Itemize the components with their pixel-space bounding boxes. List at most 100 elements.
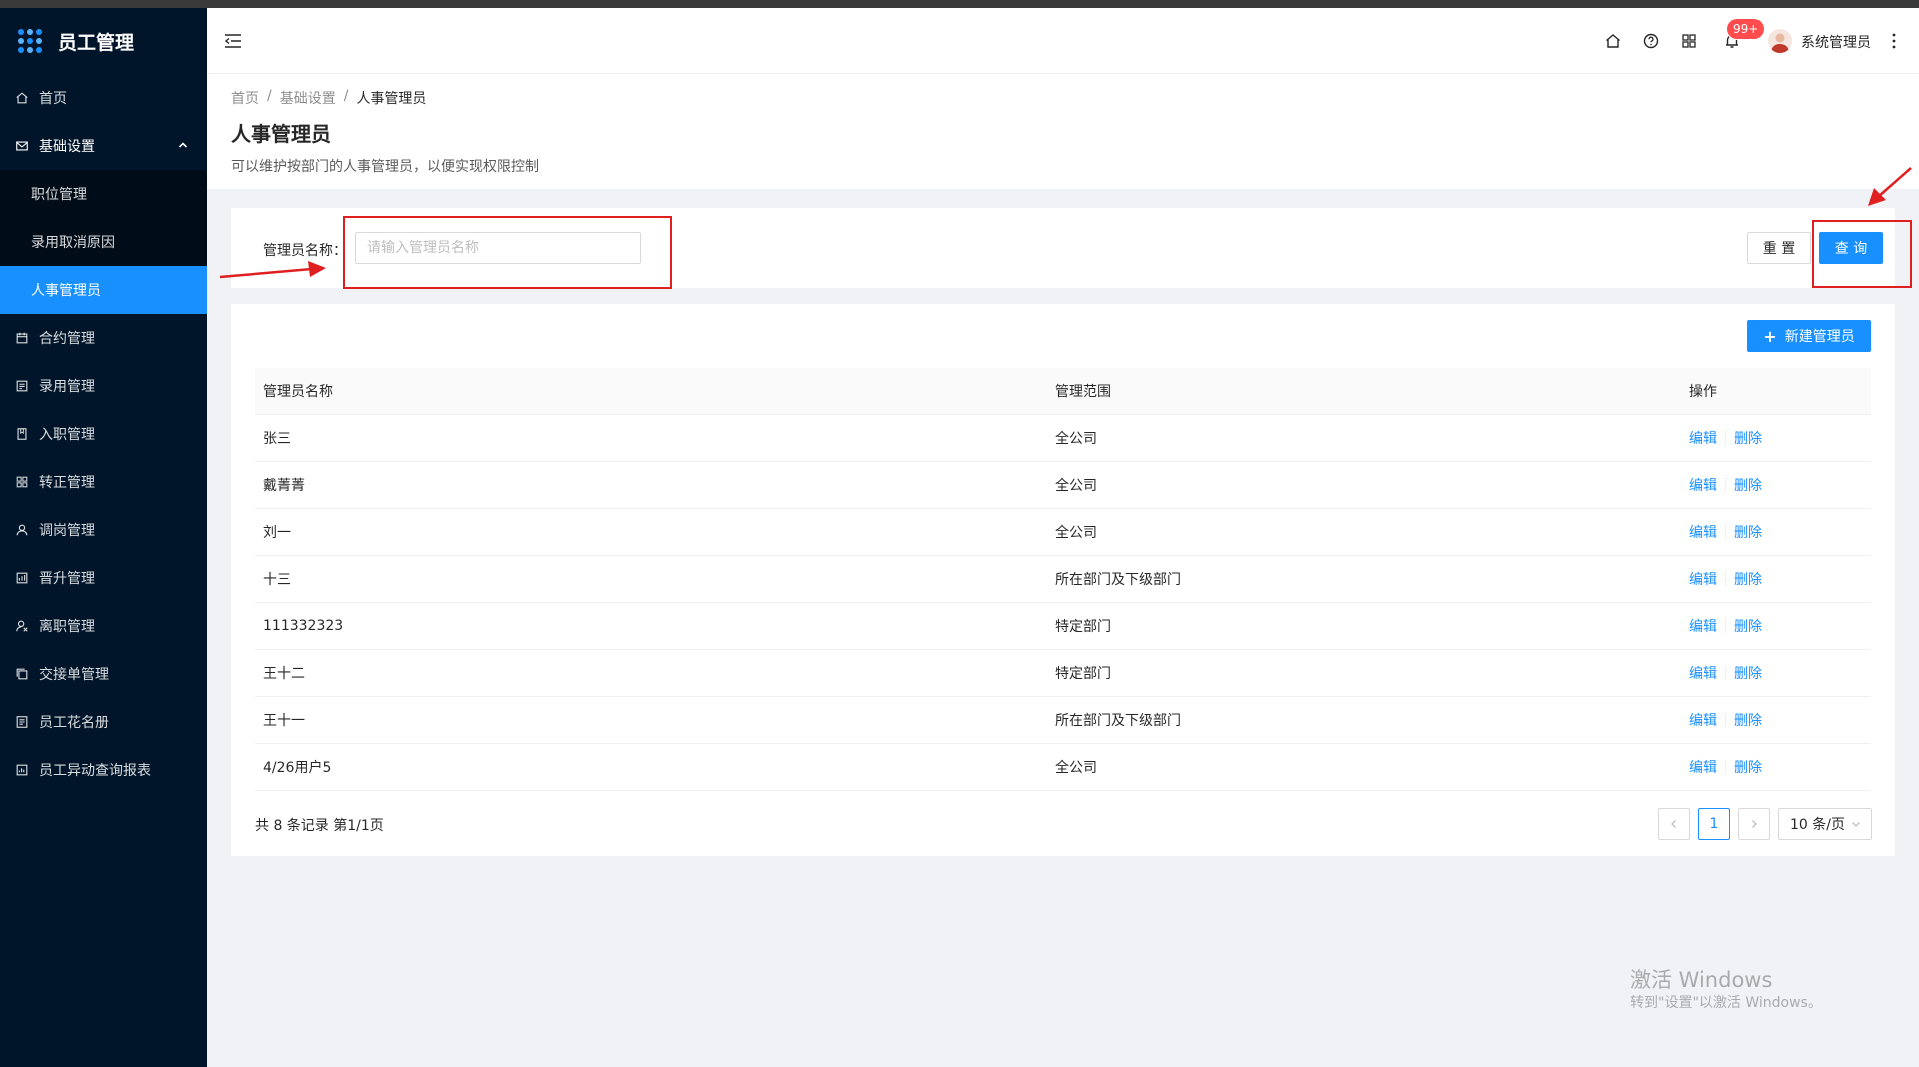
- breadcrumb-basic-settings[interactable]: 基础设置: [280, 88, 336, 108]
- prev-page-button[interactable]: [1658, 808, 1690, 840]
- edit-link[interactable]: 编辑: [1689, 522, 1717, 542]
- home-icon: [15, 91, 29, 105]
- sidebar-subitem-hr-admins[interactable]: 人事管理员: [0, 266, 207, 314]
- username[interactable]: 系统管理员: [1801, 32, 1871, 52]
- sidebar-item-hiring[interactable]: 录用管理: [0, 362, 207, 410]
- logo[interactable]: 员工管理: [0, 8, 207, 74]
- action-divider: [1725, 525, 1726, 539]
- page-description: 可以维护按部门的人事管理员，以便实现权限控制: [231, 159, 539, 175]
- cell-scope: 特定部门: [1055, 619, 1111, 635]
- sidebar-item-onboarding[interactable]: 入职管理: [0, 410, 207, 458]
- table-row: 王十二 特定部门 编辑 删除: [255, 650, 1871, 697]
- page-number-button[interactable]: 1: [1698, 808, 1730, 840]
- cell-admin-name: 111332323: [263, 618, 344, 634]
- delete-link[interactable]: 删除: [1734, 616, 1762, 636]
- cell-actions: 编辑 删除: [1681, 663, 1871, 683]
- delete-link[interactable]: 删除: [1734, 757, 1762, 777]
- annotation-arrow-right: [219, 261, 326, 279]
- cell-admin-name: 王十二: [263, 666, 305, 682]
- breadcrumb-separator: /: [267, 88, 272, 104]
- sidebar-item-resignation[interactable]: 离职管理: [0, 602, 207, 650]
- sidebar-subitem-label: 录用取消原因: [31, 235, 115, 251]
- sidebar-item-promotion[interactable]: 晋升管理: [0, 554, 207, 602]
- sidebar-item-label: 调岗管理: [39, 523, 95, 539]
- column-header-scope: 管理范围: [1055, 384, 1111, 400]
- action-divider: [1725, 666, 1726, 680]
- sidebar-item-change-report[interactable]: 员工异动查询报表: [0, 746, 207, 794]
- delete-link[interactable]: 删除: [1734, 475, 1762, 495]
- next-page-button[interactable]: [1738, 808, 1770, 840]
- reset-button[interactable]: 重 置: [1747, 232, 1811, 264]
- cell-actions: 编辑 删除: [1681, 428, 1871, 448]
- sidebar-item-label: 员工异动查询报表: [39, 763, 151, 779]
- sidebar-item-label: 晋升管理: [39, 571, 95, 587]
- home-icon[interactable]: [1604, 32, 1622, 50]
- page-header: 首页 / 基础设置 / 人事管理员 人事管理员 可以维护按部门的人事管理员，以便…: [207, 74, 1919, 189]
- action-divider: [1725, 619, 1726, 633]
- menu-fold-icon[interactable]: [223, 32, 243, 50]
- cell-scope: 全公司: [1055, 760, 1097, 776]
- sidebar-item-transfer[interactable]: 调岗管理: [0, 506, 207, 554]
- help-icon[interactable]: [1642, 32, 1660, 50]
- user-avatar-icon: [1771, 33, 1789, 53]
- delete-link[interactable]: 删除: [1734, 663, 1762, 683]
- sidebar-subitem-label: 职位管理: [31, 187, 87, 203]
- new-admin-button[interactable]: + 新建管理员: [1747, 320, 1871, 352]
- admin-name-label: 管理员名称：: [263, 243, 347, 259]
- calendar-icon: [15, 331, 29, 345]
- sidebar-item-home[interactable]: 首页: [0, 74, 207, 122]
- table-header-row: 管理员名称 管理范围 操作: [255, 368, 1871, 415]
- admin-table: 管理员名称 管理范围 操作 张三 全公司 编辑 删除 戴菁菁 全公司 编辑 删除 刘一 全公司 编辑…: [255, 368, 1871, 791]
- avatar[interactable]: [1768, 29, 1792, 53]
- windows-activation-watermark-subtitle: 转到"设置"以激活 Windows。: [1630, 995, 1822, 1011]
- table-row: 十三 所在部门及下级部门 编辑 删除: [255, 556, 1871, 603]
- column-header-name: 管理员名称: [263, 384, 333, 400]
- edit-link[interactable]: 编辑: [1689, 710, 1717, 730]
- admin-table-card: + 新建管理员 管理员名称 管理范围 操作 张三 全公司 编辑 删除 戴菁菁 全公司 编辑删…: [231, 304, 1895, 856]
- cell-actions: 编辑 删除: [1681, 710, 1871, 730]
- new-admin-label: 新建管理员: [1784, 329, 1855, 345]
- annotation-box-search-input: [343, 216, 672, 289]
- list-icon: [15, 715, 29, 729]
- sidebar-subitem-cancel-reasons[interactable]: 录用取消原因: [0, 218, 207, 266]
- sidebar-item-label: 入职管理: [39, 427, 95, 443]
- delete-link[interactable]: 删除: [1734, 710, 1762, 730]
- apps-icon[interactable]: [1680, 32, 1698, 50]
- edit-link[interactable]: 编辑: [1689, 569, 1717, 589]
- table-row: 张三 全公司 编辑 删除: [255, 415, 1871, 462]
- rise-icon: [15, 571, 29, 585]
- breadcrumb-home[interactable]: 首页: [231, 88, 259, 108]
- delete-link[interactable]: 删除: [1734, 522, 1762, 542]
- sidebar-item-basic-settings[interactable]: 基础设置: [0, 122, 207, 170]
- cell-scope: 特定部门: [1055, 666, 1111, 682]
- more-vertical-icon[interactable]: [1891, 32, 1897, 50]
- app-title: 员工管理: [58, 31, 135, 54]
- edit-link[interactable]: 编辑: [1689, 428, 1717, 448]
- breadcrumb-current: 人事管理员: [356, 91, 427, 107]
- page-title: 人事管理员: [231, 122, 331, 146]
- sidebar-subitem-positions[interactable]: 职位管理: [0, 170, 207, 218]
- sidebar-item-label: 录用管理: [39, 379, 95, 395]
- edit-link[interactable]: 编辑: [1689, 616, 1717, 636]
- chevron-right-icon: [1752, 820, 1757, 828]
- edit-link[interactable]: 编辑: [1689, 757, 1717, 777]
- profile-icon: [15, 379, 29, 393]
- report-icon: [15, 763, 29, 777]
- page-size-value: 10 条/页: [1790, 817, 1845, 833]
- sidebar: 员工管理 首页 基础设置 职位管理 录用取消原因 人事管理员 合约管理 录用管理…: [0, 8, 207, 1067]
- sidebar-item-label: 员工花名册: [39, 715, 109, 731]
- sidebar-subitem-label: 人事管理员: [31, 283, 101, 299]
- delete-link[interactable]: 删除: [1734, 428, 1762, 448]
- sidebar-item-roster[interactable]: 员工花名册: [0, 698, 207, 746]
- sidebar-item-contracts[interactable]: 合约管理: [0, 314, 207, 362]
- page-size-select[interactable]: 10 条/页: [1778, 808, 1872, 840]
- cell-scope: 所在部门及下级部门: [1055, 572, 1181, 588]
- edit-link[interactable]: 编辑: [1689, 663, 1717, 683]
- table-row: 4/26用户5 全公司 编辑 删除: [255, 744, 1871, 791]
- app-grid-icon: [18, 29, 42, 53]
- chevron-up-icon: [178, 142, 188, 148]
- edit-link[interactable]: 编辑: [1689, 475, 1717, 495]
- delete-link[interactable]: 删除: [1734, 569, 1762, 589]
- sidebar-item-regularization[interactable]: 转正管理: [0, 458, 207, 506]
- sidebar-item-handover[interactable]: 交接单管理: [0, 650, 207, 698]
